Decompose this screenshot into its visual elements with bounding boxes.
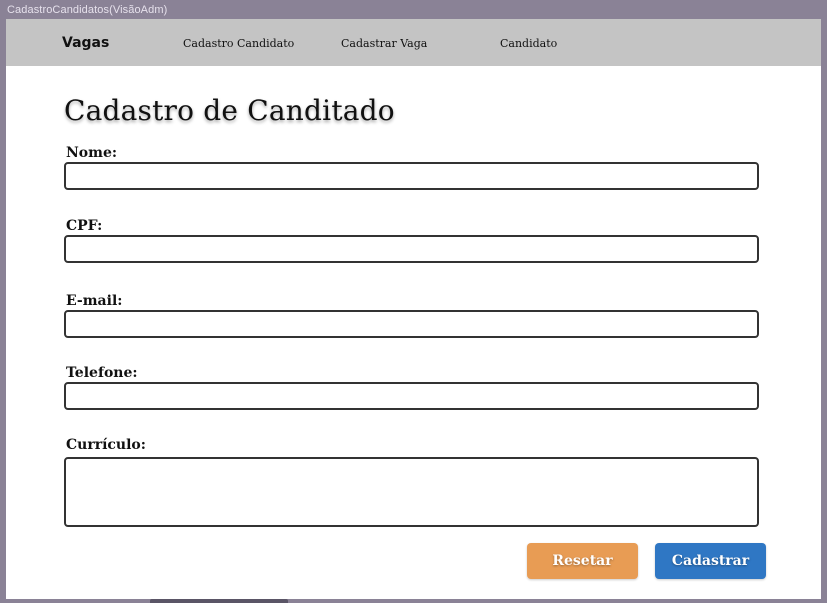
- cpf-label: CPF:: [66, 218, 103, 234]
- email-label: E-mail:: [66, 293, 123, 309]
- telefone-label: Telefone:: [66, 365, 138, 381]
- reset-button[interactable]: Resetar: [527, 543, 638, 579]
- telefone-input[interactable]: [64, 382, 759, 410]
- window-bottom-handle: [150, 599, 288, 603]
- nome-label: Nome:: [66, 145, 118, 161]
- nav-link-cadastrar-vaga[interactable]: Cadastrar Vaga: [341, 37, 427, 50]
- nav-brand[interactable]: Vagas: [62, 35, 109, 51]
- window-title: CadastroCandidatos(VisãoAdm): [7, 4, 168, 16]
- email-input[interactable]: [64, 310, 759, 338]
- page-title: Cadastro de Canditado: [64, 94, 395, 127]
- nav-link-cadastro-candidato[interactable]: Cadastro Candidato: [183, 37, 294, 50]
- nav-link-candidato[interactable]: Candidato: [500, 37, 557, 50]
- nome-input[interactable]: [64, 162, 759, 190]
- cpf-input[interactable]: [64, 235, 759, 263]
- app-window: Vagas Cadastro Candidato Cadastrar Vaga …: [6, 19, 821, 599]
- curriculo-textarea[interactable]: [64, 457, 759, 527]
- navbar: Vagas Cadastro Candidato Cadastrar Vaga …: [6, 19, 821, 66]
- submit-button[interactable]: Cadastrar: [655, 543, 766, 579]
- curriculo-label: Currículo:: [66, 437, 146, 453]
